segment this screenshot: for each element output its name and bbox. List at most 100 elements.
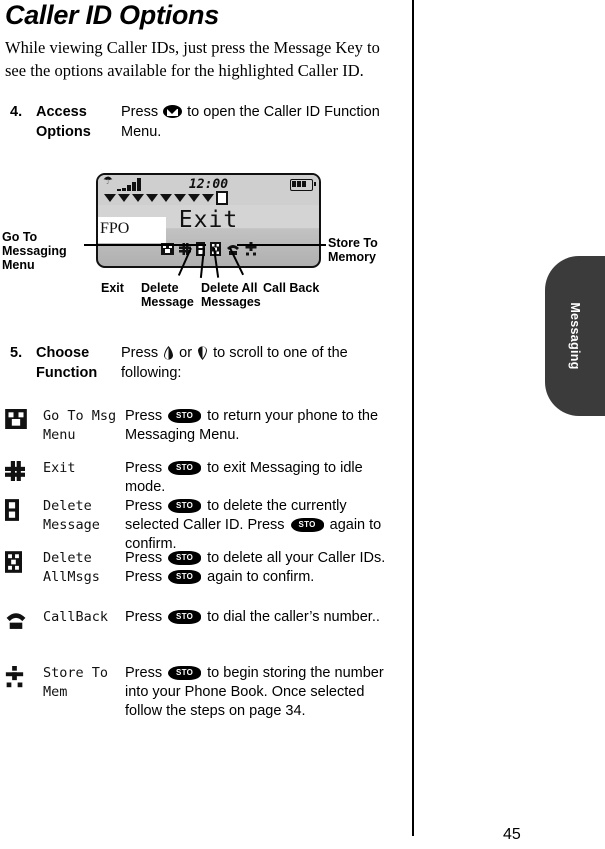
leader-line-right xyxy=(237,244,326,246)
option-icon-cell xyxy=(5,407,43,445)
page-title: Caller ID Options xyxy=(5,0,219,30)
exit-icon xyxy=(5,461,25,481)
option-description: Press STO to delete all your Caller IDs.… xyxy=(125,549,397,587)
callout-bottom-call-back: Call Back xyxy=(263,281,329,295)
option-label: Delete Message xyxy=(43,497,125,554)
sto-key-icon: STO xyxy=(168,499,202,513)
option-description: Press STO to begin storing the number in… xyxy=(125,664,397,721)
callout-bottom-2-line1: Delete All xyxy=(201,281,258,295)
option-label-line1: Exit xyxy=(43,460,76,476)
section-tab-messaging: Messaging xyxy=(545,256,605,416)
option-label: Go To Msg Menu xyxy=(43,407,125,445)
column-divider-rule xyxy=(412,0,414,836)
option-desc-post: to dial the caller’s number.. xyxy=(207,609,380,625)
option-label-line2: Menu xyxy=(43,427,76,443)
step-5-body-pre: Press xyxy=(121,345,159,361)
page-number: 45 xyxy=(503,826,521,843)
option-desc-pre: Press xyxy=(125,408,163,424)
option-label-line1: CallBack xyxy=(43,609,109,625)
callout-go-to-messaging-menu: Go To Messaging Menu xyxy=(2,230,82,272)
sto-key-icon: STO xyxy=(168,610,202,624)
step-5: 5. Choose Function Press or to scroll to… xyxy=(10,343,396,383)
option-desc-pre: Press xyxy=(125,498,163,514)
menu-marker-row xyxy=(104,191,228,205)
callout-bottom-delete-message: Delete Message xyxy=(141,281,201,309)
sto-key-icon: STO xyxy=(168,409,202,423)
scroll-up-icon xyxy=(164,346,174,360)
step-4-body-pre: Press xyxy=(121,104,159,120)
callout-bottom-exit: Exit xyxy=(101,281,139,295)
sto-key-icon: STO xyxy=(168,666,202,680)
callout-left-line1: Go To xyxy=(2,230,38,244)
callout-bottom-1-line1: Delete xyxy=(141,281,179,295)
lcd-status-bar: ☂ 12:00 xyxy=(98,175,319,205)
option-row-call-back: CallBack Press STO to dial the caller’s … xyxy=(5,608,397,634)
delete-message-icon xyxy=(5,499,19,521)
step-4-title: Access Options xyxy=(36,102,121,142)
option-desc-pre: Press xyxy=(125,609,163,625)
option-label: Store To Mem xyxy=(43,664,125,721)
option-label-line2: Mem xyxy=(43,684,68,700)
callout-bottom-0-line1: Exit xyxy=(101,281,124,295)
option-row-go-to-msg-menu: Go To Msg Menu Press STO to return your … xyxy=(5,407,397,445)
leader-line-left xyxy=(84,244,206,246)
go-to-messaging-menu-icon xyxy=(5,409,27,429)
step-4-title-line2: Options xyxy=(36,124,91,140)
callout-store-to-memory: Store To Memory xyxy=(328,236,408,264)
option-label-line1: Delete xyxy=(43,498,92,514)
lcd-figure: ☂ 12:00 Exit FPO Go To Messaging Menu St… xyxy=(0,168,412,318)
option-row-delete-message: Delete Message Press STO to delete the c… xyxy=(5,497,397,554)
callout-right-line1: Store To xyxy=(328,236,378,250)
option-desc-pre: Press xyxy=(125,665,163,681)
selected-marker-icon xyxy=(216,191,228,205)
step-4-title-line1: Access xyxy=(36,104,87,120)
phone-lcd-display: ☂ 12:00 Exit FPO xyxy=(96,173,321,268)
option-description: Press STO to delete the currently select… xyxy=(125,497,397,554)
option-label: Delete AllMsgs xyxy=(43,549,125,587)
sto-key-icon: STO xyxy=(168,570,202,584)
option-label-line1: Go To Msg xyxy=(43,408,117,424)
callout-bottom-delete-all: Delete All Messages xyxy=(201,281,269,309)
step-4-body: Press to open the Caller ID Function Men… xyxy=(121,102,396,142)
section-tab-label: Messaging xyxy=(568,302,582,370)
callout-right-line2: Memory xyxy=(328,250,376,264)
store-to-memory-icon xyxy=(5,666,24,688)
step-4-number: 4. xyxy=(10,104,23,120)
scroll-down-icon xyxy=(198,346,208,360)
option-icon-cell xyxy=(5,608,43,634)
step-4: 4. Access Options Press to open the Call… xyxy=(10,102,396,142)
callout-left-line2: Messaging xyxy=(2,244,67,258)
option-row-delete-all-messages: Delete AllMsgs Press STO to delete all y… xyxy=(5,549,397,587)
callout-bottom-3-line1: Call Back xyxy=(263,281,320,295)
option-icon-cell xyxy=(5,497,43,554)
option-icon-cell xyxy=(5,459,43,497)
step-5-body-mid: or xyxy=(179,345,193,361)
option-description: Press STO to dial the caller’s number.. xyxy=(125,608,397,634)
step-5-title: Choose Function xyxy=(36,343,121,383)
option-description: Press STO to exit Messaging to idle mode… xyxy=(125,459,397,497)
option-desc-post: to begin storing the number into your Ph… xyxy=(125,665,384,719)
sto-key-icon: STO xyxy=(168,551,202,565)
delete-all-messages-icon xyxy=(5,551,22,573)
option-label: Exit xyxy=(43,459,125,497)
step-5-title-line2: Function xyxy=(36,365,98,381)
option-icon-cell xyxy=(5,549,43,587)
option-label-line1: Store To xyxy=(43,665,109,681)
step-5-number: 5. xyxy=(10,345,23,361)
option-row-exit: Exit Press STO to exit Messaging to idle… xyxy=(5,459,397,497)
option-description: Press STO to return your phone to the Me… xyxy=(125,407,397,445)
step-5-body: Press or to scroll to one of the followi… xyxy=(121,343,396,383)
option-label-line1: Delete xyxy=(43,550,92,566)
lcd-clock: 12:00 xyxy=(188,177,229,192)
option-label-line2: Message xyxy=(43,517,100,533)
call-back-icon xyxy=(6,613,26,629)
message-key-icon xyxy=(163,105,183,118)
lcd-icon-row xyxy=(98,239,319,259)
manual-page: Caller ID Options While viewing Caller I… xyxy=(0,0,605,849)
battery-icon xyxy=(290,179,316,191)
callout-bottom-1-line2: Message xyxy=(141,295,194,309)
callout-left-line3: Menu xyxy=(2,258,35,272)
option-desc-pre: Press xyxy=(125,460,163,476)
sto-key-icon: STO xyxy=(290,518,324,532)
option-label-line2: AllMsgs xyxy=(43,569,100,585)
